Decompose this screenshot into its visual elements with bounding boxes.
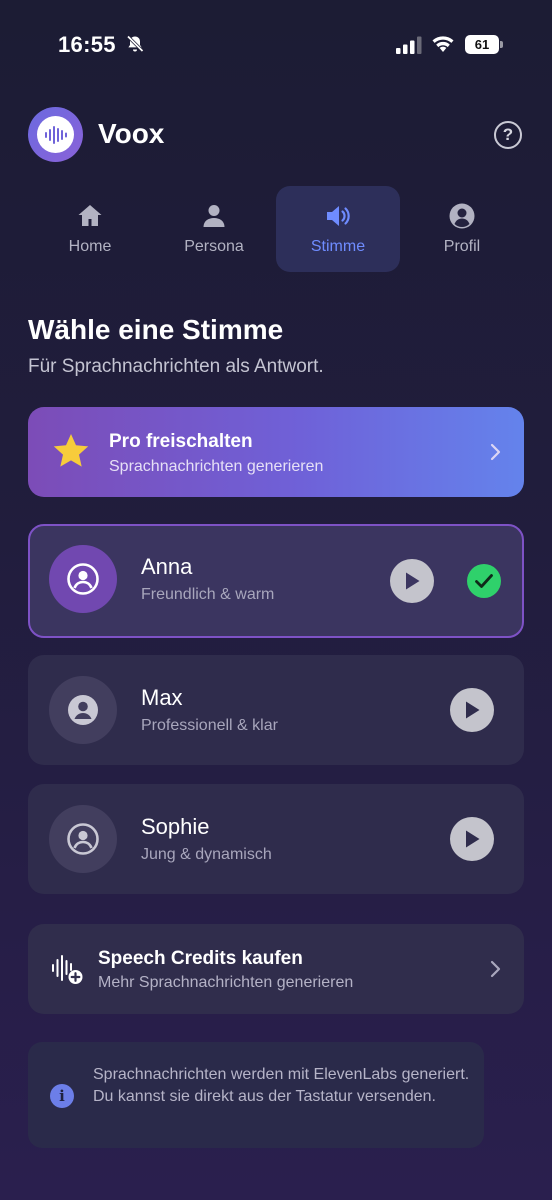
page-title: Wähle eine Stimme	[28, 314, 284, 345]
credits-title: Speech Credits kaufen	[98, 948, 303, 969]
person-circle-icon	[67, 823, 99, 855]
voice-card-sophie[interactable]: Sophie Jung & dynamisch	[28, 784, 524, 894]
signal-icon	[396, 36, 422, 54]
voice-name: Sophie	[141, 814, 210, 839]
pro-banner-subtitle: Sprachnachrichten generieren	[109, 458, 324, 475]
voice-card-max[interactable]: Max Professionell & klar	[28, 655, 524, 765]
tab-label: Persona	[184, 238, 244, 255]
page-subtitle: Für Sprachnachrichten als Antwort.	[28, 356, 324, 377]
voice-description: Professionell & klar	[141, 717, 278, 734]
avatar	[49, 545, 117, 613]
voice-name: Anna	[141, 554, 193, 579]
pro-banner-title: Pro freischalten	[109, 431, 253, 452]
battery-level: 61	[474, 37, 490, 52]
app-logo	[28, 107, 83, 162]
checkmark-icon	[475, 574, 493, 588]
play-icon	[466, 830, 480, 848]
info-box: i Sprachnachrichten werden mit ElevenLab…	[28, 1042, 484, 1148]
person-icon	[203, 205, 225, 227]
tab-label: Home	[68, 238, 112, 255]
avatar	[49, 676, 117, 744]
info-icon: i	[50, 1084, 74, 1108]
tab-home[interactable]: Home	[28, 186, 152, 272]
voice-description: Jung & dynamisch	[141, 846, 272, 863]
play-button[interactable]	[450, 688, 494, 732]
play-button[interactable]	[450, 817, 494, 861]
person-circle-icon	[67, 563, 99, 595]
tab-label: Stimme	[310, 238, 366, 255]
pro-unlock-banner[interactable]: Pro freischalten Sprachnachrichten gener…	[28, 407, 524, 497]
info-text: Sprachnachrichten werden mit ElevenLabs …	[93, 1066, 470, 1105]
app-title: Voox	[98, 118, 165, 149]
tab-label: Profil	[443, 238, 481, 255]
speaker-icon	[327, 206, 350, 226]
tab-stimme[interactable]: Stimme	[276, 186, 400, 272]
wifi-icon	[432, 36, 454, 52]
voice-card-anna[interactable]: Anna Freundlich & warm	[28, 524, 524, 638]
waveform-plus-icon	[52, 955, 83, 984]
speech-credits-button[interactable]: Speech Credits kaufen Mehr Sprachnachric…	[28, 924, 524, 1014]
bell-off-icon	[126, 35, 144, 53]
selected-check	[467, 564, 501, 598]
play-icon	[406, 572, 420, 590]
person-circle-icon	[68, 695, 98, 725]
voice-description: Freundlich & warm	[141, 586, 275, 603]
voice-name: Max	[141, 685, 183, 710]
tab-profil[interactable]: Profil	[400, 186, 524, 272]
avatar	[49, 805, 117, 873]
chevron-right-icon	[490, 960, 501, 978]
status-time: 16:55	[58, 32, 116, 57]
battery-icon: 61	[465, 35, 503, 54]
waveform-icon	[44, 125, 67, 144]
play-button[interactable]	[390, 559, 434, 603]
status-bar: 16:55 61	[0, 0, 552, 90]
star-icon	[53, 434, 89, 467]
profile-icon	[449, 203, 475, 229]
help-button[interactable]: ?	[494, 121, 522, 149]
home-icon	[78, 205, 102, 226]
play-icon	[466, 701, 480, 719]
credits-subtitle: Mehr Sprachnachrichten generieren	[98, 974, 354, 991]
chevron-right-icon	[490, 443, 501, 461]
tab-persona[interactable]: Persona	[152, 186, 276, 272]
